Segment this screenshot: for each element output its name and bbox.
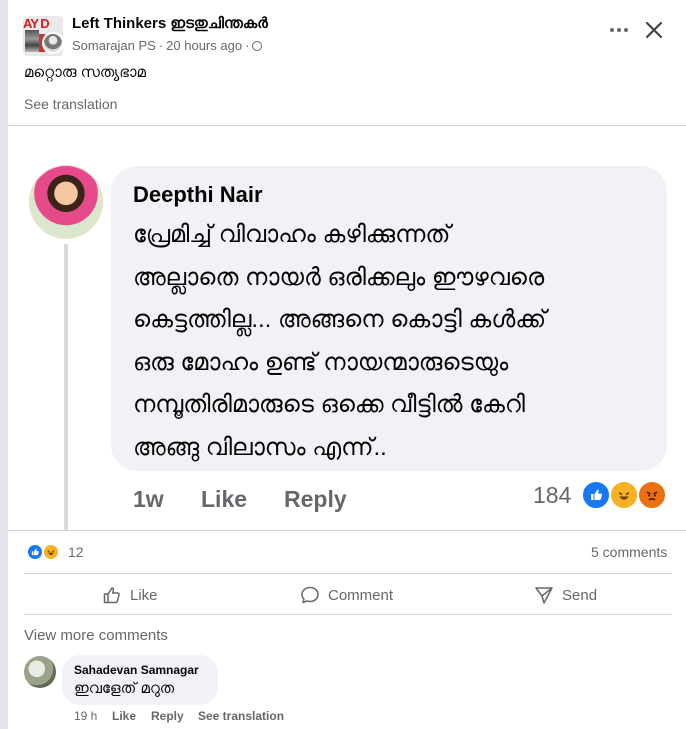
comment-like-button[interactable]: Like: [112, 709, 136, 723]
post-text: മറ്റൊരു സത്യഭാമ: [24, 64, 146, 81]
comment-reply-button[interactable]: Reply: [151, 709, 184, 723]
thumbs-up-icon: [103, 587, 120, 604]
author-avatar[interactable]: [42, 32, 64, 54]
comments-count[interactable]: 5 comments: [591, 544, 667, 560]
comment-text: ഇവളേത് മറുത: [74, 680, 175, 697]
speech-bubble-icon: [301, 586, 319, 604]
meta-separator-2: ·: [245, 38, 250, 53]
comment-like-label: Like: [201, 486, 248, 512]
meta-separator: ·: [158, 38, 164, 53]
like-reaction-icon: [581, 480, 611, 510]
comment-time[interactable]: 19 h: [74, 709, 97, 723]
comment-line: അങ്ങു വിലാസം എന്ന്..: [133, 433, 387, 461]
group-logo-text: AY D: [23, 16, 50, 31]
angry-reaction-icon: [637, 480, 667, 510]
post-card: AY D Left Thinkers ഇടതുചിന്തകർ Somarajan…: [8, 0, 686, 729]
reactions-count[interactable]: 12: [68, 544, 84, 560]
shared-screenshot[interactable]: Deepthi Nair പ്രേമിച്ച് വിവാഹം കഴിക്കുന്…: [8, 126, 686, 530]
divider: [8, 530, 686, 531]
commenter-name[interactable]: Sahadevan Samnagar: [74, 663, 199, 677]
like-button[interactable]: Like: [102, 583, 158, 607]
send-icon: [535, 587, 553, 604]
author-name[interactable]: Somarajan PS: [72, 38, 156, 53]
comment-button[interactable]: Comment: [300, 583, 393, 607]
comment-button-label: Comment: [328, 586, 394, 604]
comment-line: കെട്ടത്തില്ല... അങ്ങനെ കൊട്ടി കൾക്ക്: [133, 306, 547, 333]
commenter-avatar: [30, 166, 102, 238]
send-button[interactable]: Send: [534, 583, 597, 607]
comment-time: 1w: [133, 486, 164, 512]
globe-icon: [252, 41, 263, 51]
see-translation-link[interactable]: See translation: [24, 96, 117, 112]
comment-line: ഒരു മോഹം ഉണ്ട് നായന്മാരുടെയും: [133, 348, 509, 376]
comment-line: പ്രേമിച്ച് വിവാഹം കഴിക്കുന്നത്: [133, 221, 451, 248]
more-horizontal-icon: [610, 28, 628, 32]
divider: [24, 573, 672, 574]
commenter-name: Deepthi Nair: [133, 182, 263, 207]
close-button[interactable]: [640, 16, 668, 44]
comment-line: നമ്പൂതിരിമാരുടെ ഒക്കെ വീട്ടിൽ കേറി: [133, 391, 526, 418]
like-button-label: Like: [130, 586, 158, 604]
more-options-button[interactable]: [608, 18, 630, 42]
view-more-comments-link[interactable]: View more comments: [24, 627, 168, 644]
close-icon: [645, 21, 663, 39]
comment-body: പ്രേമിച്ച് വിവാഹം കഴിക്കുന്നത് അല്ലാതെ ന…: [133, 214, 653, 469]
send-button-label: Send: [562, 586, 598, 604]
post-time[interactable]: 20 hours ago: [166, 38, 242, 53]
haha-reaction-icon: [609, 480, 639, 510]
divider: [24, 614, 672, 615]
comment-line: അല്ലാതെ നായർ ഒരിക്കലും ഈഴവരെ: [133, 263, 545, 291]
comment-reaction-count: 184: [533, 482, 572, 508]
haha-reaction-icon: [42, 543, 60, 561]
comment-reply-label: Reply: [284, 486, 347, 512]
post-meta: Somarajan PS · 20 hours ago ·: [72, 38, 263, 53]
thread-line: [64, 244, 68, 530]
group-name[interactable]: Left Thinkers ഇടതുചിന്തകർ: [72, 15, 268, 32]
group-logo-graphic: [25, 30, 39, 52]
commenter-avatar[interactable]: [24, 656, 56, 688]
comment-see-translation-link[interactable]: See translation: [198, 709, 284, 723]
